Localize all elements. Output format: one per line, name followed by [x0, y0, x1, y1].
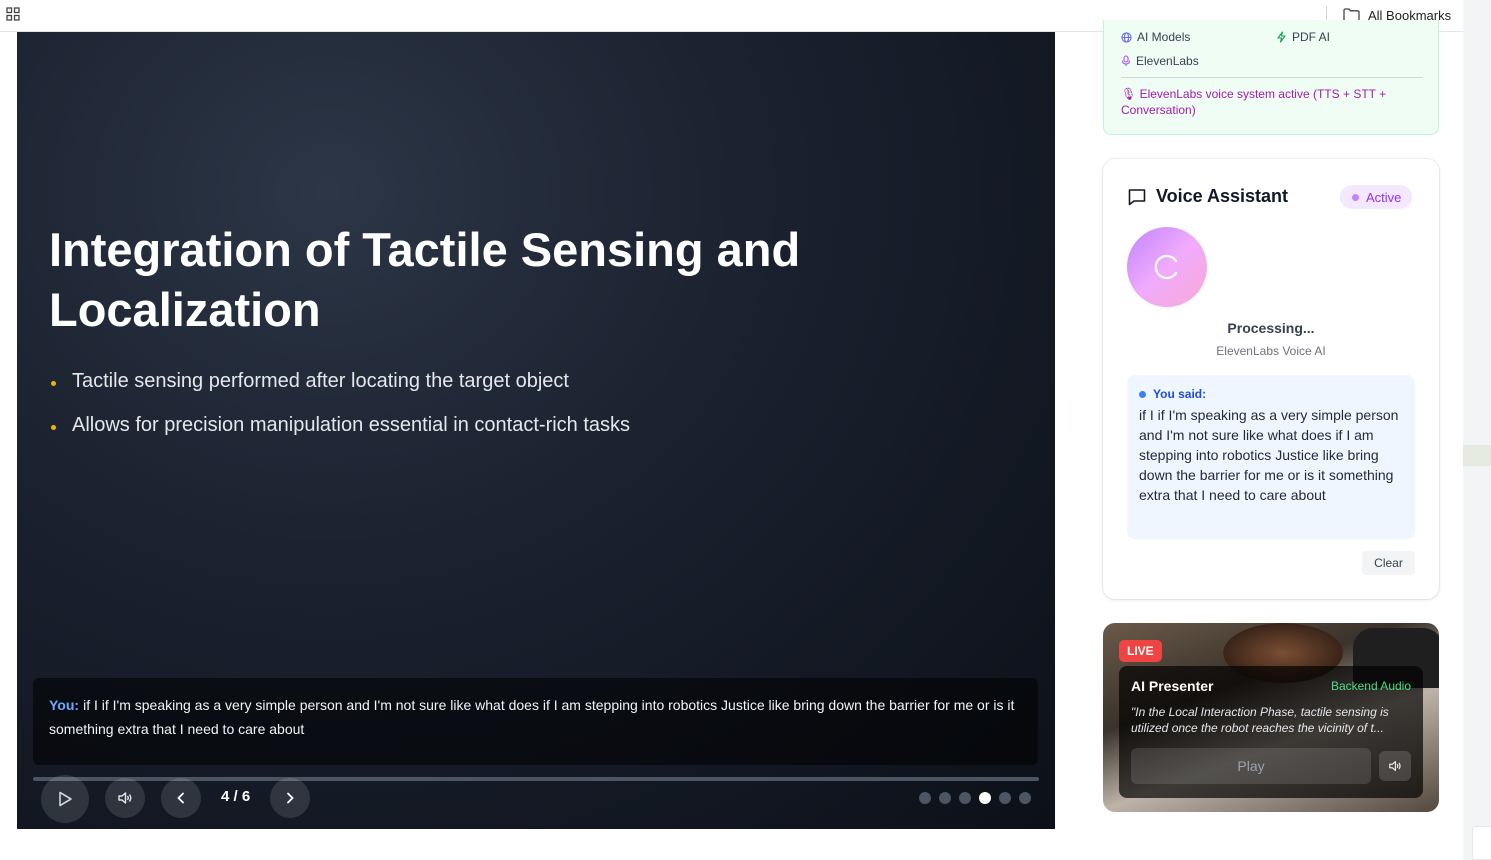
chevron-left-icon [177, 792, 184, 804]
pagination-dot-1[interactable] [919, 792, 931, 804]
transcript-caption: You: if I if I'm speaking as a very simpl… [33, 678, 1038, 765]
volume-icon [118, 792, 132, 804]
integration-elevenlabs: ElevenLabs [1121, 54, 1199, 68]
integrations-card: AI Models PDF AI ElevenLabs 🎙 ElevenLabs… [1103, 20, 1439, 135]
window-edge-strip [1463, 0, 1491, 860]
integrations-divider [1121, 77, 1423, 78]
pagination-dot-3[interactable] [959, 792, 971, 804]
integration-label: ElevenLabs [1136, 54, 1199, 68]
voice-assistant-header: Voice Assistant [1127, 186, 1288, 207]
previous-slide-button[interactable] [161, 778, 201, 818]
bullet-dot-icon [51, 425, 56, 430]
audio-source-label: Backend Audio [1330, 679, 1411, 693]
presenter-play-button[interactable]: Play [1131, 748, 1371, 784]
processing-status: Processing... [1227, 320, 1315, 336]
slide-bullet: Tactile sensing performed after locating… [49, 368, 630, 394]
status-dot-icon [1352, 193, 1359, 201]
lightning-icon [1277, 31, 1286, 43]
clear-button[interactable]: Clear [1362, 551, 1415, 575]
play-button[interactable] [41, 775, 89, 823]
voice-provider-label: ElevenLabs Voice AI [1216, 344, 1326, 358]
you-said-text: if I if I'm speaking as a very simple pe… [1139, 407, 1399, 503]
voice-assistant-card: Voice Assistant Active Processing... Ele… [1103, 159, 1439, 599]
pagination-dot-2[interactable] [939, 792, 951, 804]
pagination-dot-5[interactable] [999, 792, 1011, 804]
transcript-speaker: You: [49, 697, 80, 713]
voice-orb-button[interactable] [1127, 227, 1207, 307]
volume-button[interactable] [105, 778, 145, 818]
volume-icon [1389, 761, 1401, 771]
presenter-panel: AI Presenter Backend Audio "In the Local… [1119, 666, 1423, 798]
integration-label: PDF AI [1292, 30, 1331, 44]
microphone-icon [1121, 55, 1131, 66]
live-badge: LIVE [1119, 640, 1162, 662]
presentation-slide: Integration of Tactile Sensing and Local… [17, 32, 1055, 829]
scroll-marker [1463, 445, 1491, 466]
presenter-quote: "In the Local Interaction Phase, tactile… [1131, 705, 1389, 735]
side-panel-tab[interactable] [1472, 826, 1491, 860]
status-badge: Active [1340, 185, 1413, 209]
integration-pdf-ai: PDF AI [1276, 30, 1330, 44]
slide-bullet: Allows for precision manipulation essent… [49, 412, 630, 438]
page-counter: 4 / 6 [221, 788, 251, 805]
ai-presenter-card: LIVE AI Presenter Backend Audio "In the … [1103, 623, 1439, 812]
slide-pagination-dots [919, 792, 1031, 804]
presenter-name: AI Presenter [1131, 678, 1214, 694]
slide-bullet-list: Tactile sensing performed after locating… [49, 368, 630, 456]
globe-icon [1121, 31, 1132, 43]
next-slide-button[interactable] [270, 778, 310, 818]
play-icon [59, 791, 72, 807]
voice-assistant-title: Voice Assistant [1156, 186, 1289, 206]
integration-label: AI Models [1137, 30, 1191, 44]
presenter-volume-button[interactable] [1379, 751, 1411, 781]
integration-ai-models: AI Models [1121, 30, 1190, 44]
transcript-text: if I if I'm speaking as a very simple pe… [49, 697, 1015, 737]
status-badge-label: Active [1366, 189, 1402, 205]
loading-spinner-icon [1154, 254, 1178, 280]
chat-bubble-icon [1128, 188, 1146, 205]
slide-bullet-text: Allows for precision manipulation essent… [72, 414, 631, 436]
chevron-right-icon [287, 792, 294, 804]
apps-grid-icon[interactable] [5, 6, 21, 22]
voice-system-status: 🎙 ElevenLabs voice system active (TTS + … [1121, 87, 1387, 117]
you-said-box: You said: if I if I'm speaking as a very… [1127, 375, 1415, 539]
you-said-dot-icon [1139, 390, 1146, 398]
pagination-dot-6[interactable] [1019, 792, 1031, 804]
you-said-header: You said: [1139, 387, 1403, 401]
pagination-dot-4[interactable] [979, 792, 991, 804]
slide-bullet-text: Tactile sensing performed after locating… [72, 370, 569, 392]
bullet-dot-icon [51, 381, 56, 386]
you-said-label: You said: [1153, 387, 1207, 401]
slide-title: Integration of Tactile Sensing and Local… [49, 223, 801, 336]
